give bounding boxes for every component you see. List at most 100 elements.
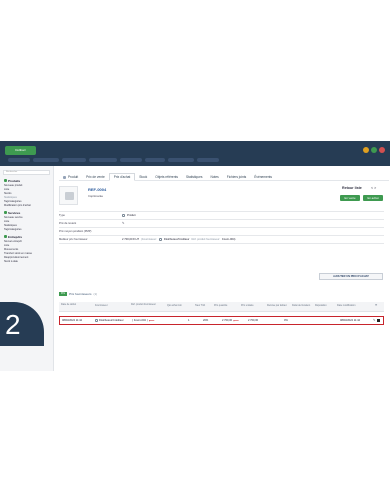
top-menu-item[interactable]: [120, 158, 142, 162]
screenshot-frame: Dolibarr Rechercher Produits Nouveau pro…: [0, 141, 390, 371]
cost-price-label: Prix de revient: [59, 222, 77, 225]
col-modified[interactable]: Date modification: [337, 304, 355, 307]
tab-events[interactable]: Événements: [250, 173, 276, 181]
sidebar-section-products[interactable]: Produits: [4, 179, 20, 183]
top-menu-item[interactable]: [8, 158, 30, 162]
tab-stock[interactable]: Stock: [135, 173, 151, 181]
sidebar-item[interactable]: Statistiques: [4, 196, 17, 199]
col-qty-price[interactable]: Prix quantité: [214, 304, 227, 307]
tab-statistics[interactable]: Statistiques: [182, 173, 206, 181]
top-menu-item[interactable]: [89, 158, 117, 162]
sidebar-item[interactable]: Nouveau service: [4, 216, 23, 219]
supplier-prices-header: Date de début Fournisseur Réf. produit f…: [59, 302, 384, 312]
sidebar-item[interactable]: Liste: [4, 220, 9, 223]
product-tabs: Produit Prix de vente Prix d'achat Stock…: [59, 173, 389, 181]
edit-pencil-icon[interactable]: ✎: [373, 317, 376, 324]
type-value: Produit: [122, 214, 136, 217]
cell-supplier-ref: (Fourn-004) ⟵: [132, 318, 155, 323]
best-price-supplier-link[interactable]: Distributeur/Créditeur: [164, 238, 190, 241]
cell-date: 08/03/2024 11:44: [62, 319, 82, 322]
tab-purchase-price[interactable]: Prix d'achat: [108, 173, 136, 181]
top-menu-item[interactable]: [62, 158, 86, 162]
prev-next-arrows[interactable]: < >: [371, 186, 376, 190]
cell-supplier-link[interactable]: Distributeur/Créditeur: [99, 317, 124, 324]
prices-badge: Prix: [59, 292, 68, 296]
col-vat[interactable]: Taux TVA: [195, 304, 205, 307]
col-date[interactable]: Date de début: [61, 303, 91, 306]
services-icon: [4, 211, 7, 214]
sidebar-section-services[interactable]: Services: [4, 211, 20, 215]
divider: [59, 219, 384, 220]
col-delay[interactable]: Délai de livraison: [292, 304, 310, 307]
divider: [59, 243, 384, 244]
tab-sale-price[interactable]: Prix de vente: [82, 173, 109, 181]
products-icon: [4, 179, 7, 182]
sidebar-search-input[interactable]: Rechercher: [3, 170, 50, 175]
top-menu-item[interactable]: [145, 158, 165, 162]
sidebar-item[interactable]: Mouvements: [4, 248, 18, 251]
table-row[interactable]: 08/03/2024 11:44 Distributeur/Créditeur …: [59, 316, 384, 325]
sidebar-section-warehouses[interactable]: Entrepôts: [4, 235, 22, 239]
tab-referents[interactable]: Objets référents: [151, 173, 182, 181]
sidebar-item[interactable]: Nouveau produit: [4, 184, 22, 187]
sidebar-item[interactable]: Liste: [4, 244, 9, 247]
product-photo[interactable]: [59, 186, 78, 205]
tab-product[interactable]: Produit: [59, 173, 82, 181]
user-avatar-icon[interactable]: [379, 147, 385, 153]
app-logo[interactable]: Dolibarr: [5, 146, 36, 155]
status-icon[interactable]: [371, 147, 377, 153]
sidebar-item[interactable]: Nouvel entrepôt: [4, 240, 22, 243]
trash-icon[interactable]: [376, 319, 380, 322]
sidebar-item[interactable]: Tags/catégories: [4, 228, 22, 231]
sidebar-item[interactable]: Statistiques: [4, 224, 17, 227]
top-menu-item[interactable]: [197, 158, 219, 162]
notification-icon[interactable]: [363, 147, 369, 153]
sidebar-item[interactable]: Réapprovisionnement: [4, 256, 28, 259]
divider: [59, 211, 384, 212]
col-reputation[interactable]: Réputation: [315, 304, 327, 307]
cell-modified: 08/03/2024 11:44: [340, 319, 360, 322]
on-sale-badge: En vente: [340, 195, 360, 201]
cell-supplier: Distributeur/Créditeur: [95, 317, 124, 324]
arrow-left-icon: ⟵: [148, 318, 155, 323]
sidebar-item[interactable]: Stock à date: [4, 260, 18, 263]
sidebar-item[interactable]: Stocks: [4, 192, 12, 195]
best-price-label: Meilleur prix fournisseur: [59, 238, 88, 241]
divider: [59, 227, 384, 228]
col-unit-price[interactable]: Prix unitaire: [241, 304, 254, 307]
supplier-icon: [158, 238, 162, 241]
image-placeholder-icon: [65, 192, 74, 200]
product-type-icon: [122, 214, 125, 217]
cell-unit-price: 2 700,00: [248, 319, 259, 322]
sidebar-item[interactable]: Liste: [4, 188, 9, 191]
edit-pencil-icon[interactable]: ✎: [122, 221, 125, 225]
type-label: Type: [59, 214, 65, 217]
top-menu-item[interactable]: [33, 158, 59, 162]
sidebar-item[interactable]: Modification prix d'achat: [4, 204, 31, 207]
sidebar-item[interactable]: Transfert stock en masse: [4, 252, 32, 255]
col-discount[interactable]: Remise par défaut: [267, 304, 287, 307]
cell-discount: 0%: [284, 319, 288, 322]
product-ref: REF-0004: [88, 187, 107, 192]
top-menu-item[interactable]: [168, 158, 194, 162]
add-purchase-price-button[interactable]: AJOUTER UN PRIX D'ACHAT: [319, 273, 383, 280]
page: Dolibarr Rechercher Produits Nouveau pro…: [0, 0, 390, 484]
on-purchase-badge: En achat: [363, 195, 383, 201]
cell-qty-price: 2 700,00 ⟵: [222, 318, 239, 323]
tab-notes[interactable]: Notes: [206, 173, 222, 181]
supplier-prices-title: Prix Prix fournisseurs (1): [59, 292, 98, 296]
col-min-qty[interactable]: Qté achat min: [167, 304, 182, 307]
tab-files[interactable]: Fichiers joints: [223, 173, 251, 181]
col-supplier[interactable]: Fournisseur: [95, 304, 108, 307]
cell-vat: 20%: [203, 319, 209, 322]
col-supplier-ref[interactable]: Réf. produit fournisseur: [131, 303, 157, 306]
product-icon: [63, 175, 66, 179]
step-number: 2: [5, 309, 21, 340]
main-content: Produit Prix de vente Prix d'achat Stock…: [55, 166, 390, 371]
column-settings-icon[interactable]: ☰: [375, 304, 377, 307]
window-controls: [363, 147, 385, 153]
top-menu: [8, 158, 219, 166]
back-to-list-link[interactable]: Retour liste: [342, 186, 362, 190]
product-name: Imprimante: [88, 194, 104, 198]
sidebar-item[interactable]: Tags/catégories: [4, 200, 22, 203]
